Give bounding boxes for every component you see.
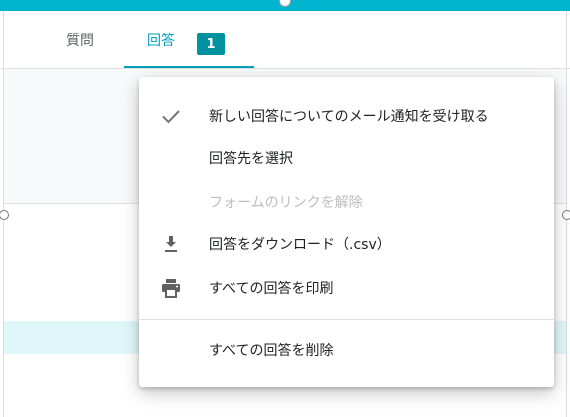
tab-bar: 質問 回答 1: [0, 11, 570, 68]
menu-divider: [139, 319, 554, 320]
resize-handle-left[interactable]: [0, 210, 9, 220]
menu-item-delete-all[interactable]: すべての回答を削除: [139, 329, 554, 371]
download-icon: [159, 232, 183, 256]
menu-item-label: すべての回答を印刷: [209, 281, 334, 297]
menu-item-label: 新しい回答についてのメール通知を受け取る: [209, 109, 489, 125]
print-icon: [159, 276, 183, 300]
responses-more-menu: 新しい回答についてのメール通知を受け取る 回答先を選択 フォームのリンクを解除 …: [139, 77, 554, 387]
menu-item-label: 回答をダウンロード（.csv）: [209, 237, 391, 253]
tab-responses[interactable]: 回答: [147, 11, 175, 68]
menu-item-download-csv[interactable]: 回答をダウンロード（.csv）: [139, 223, 554, 265]
menu-item-email-notifications[interactable]: 新しい回答についてのメール通知を受け取る: [139, 95, 554, 137]
menu-item-label: すべての回答を削除: [209, 343, 334, 359]
responses-count-badge: 1: [197, 33, 225, 55]
menu-item-select-destination[interactable]: 回答先を選択: [139, 137, 554, 179]
check-icon: [159, 104, 183, 128]
tab-responses-label: 回答: [147, 32, 175, 49]
tab-questions-label: 質問: [66, 32, 94, 49]
menu-item-unlink-form: フォームのリンクを解除: [139, 181, 554, 223]
menu-item-print-all[interactable]: すべての回答を印刷: [139, 267, 554, 309]
tab-questions[interactable]: 質問: [66, 11, 94, 68]
menu-item-label: フォームのリンクを解除: [209, 195, 363, 211]
menu-item-label: 回答先を選択: [209, 151, 293, 167]
resize-handle-right[interactable]: [562, 210, 570, 220]
